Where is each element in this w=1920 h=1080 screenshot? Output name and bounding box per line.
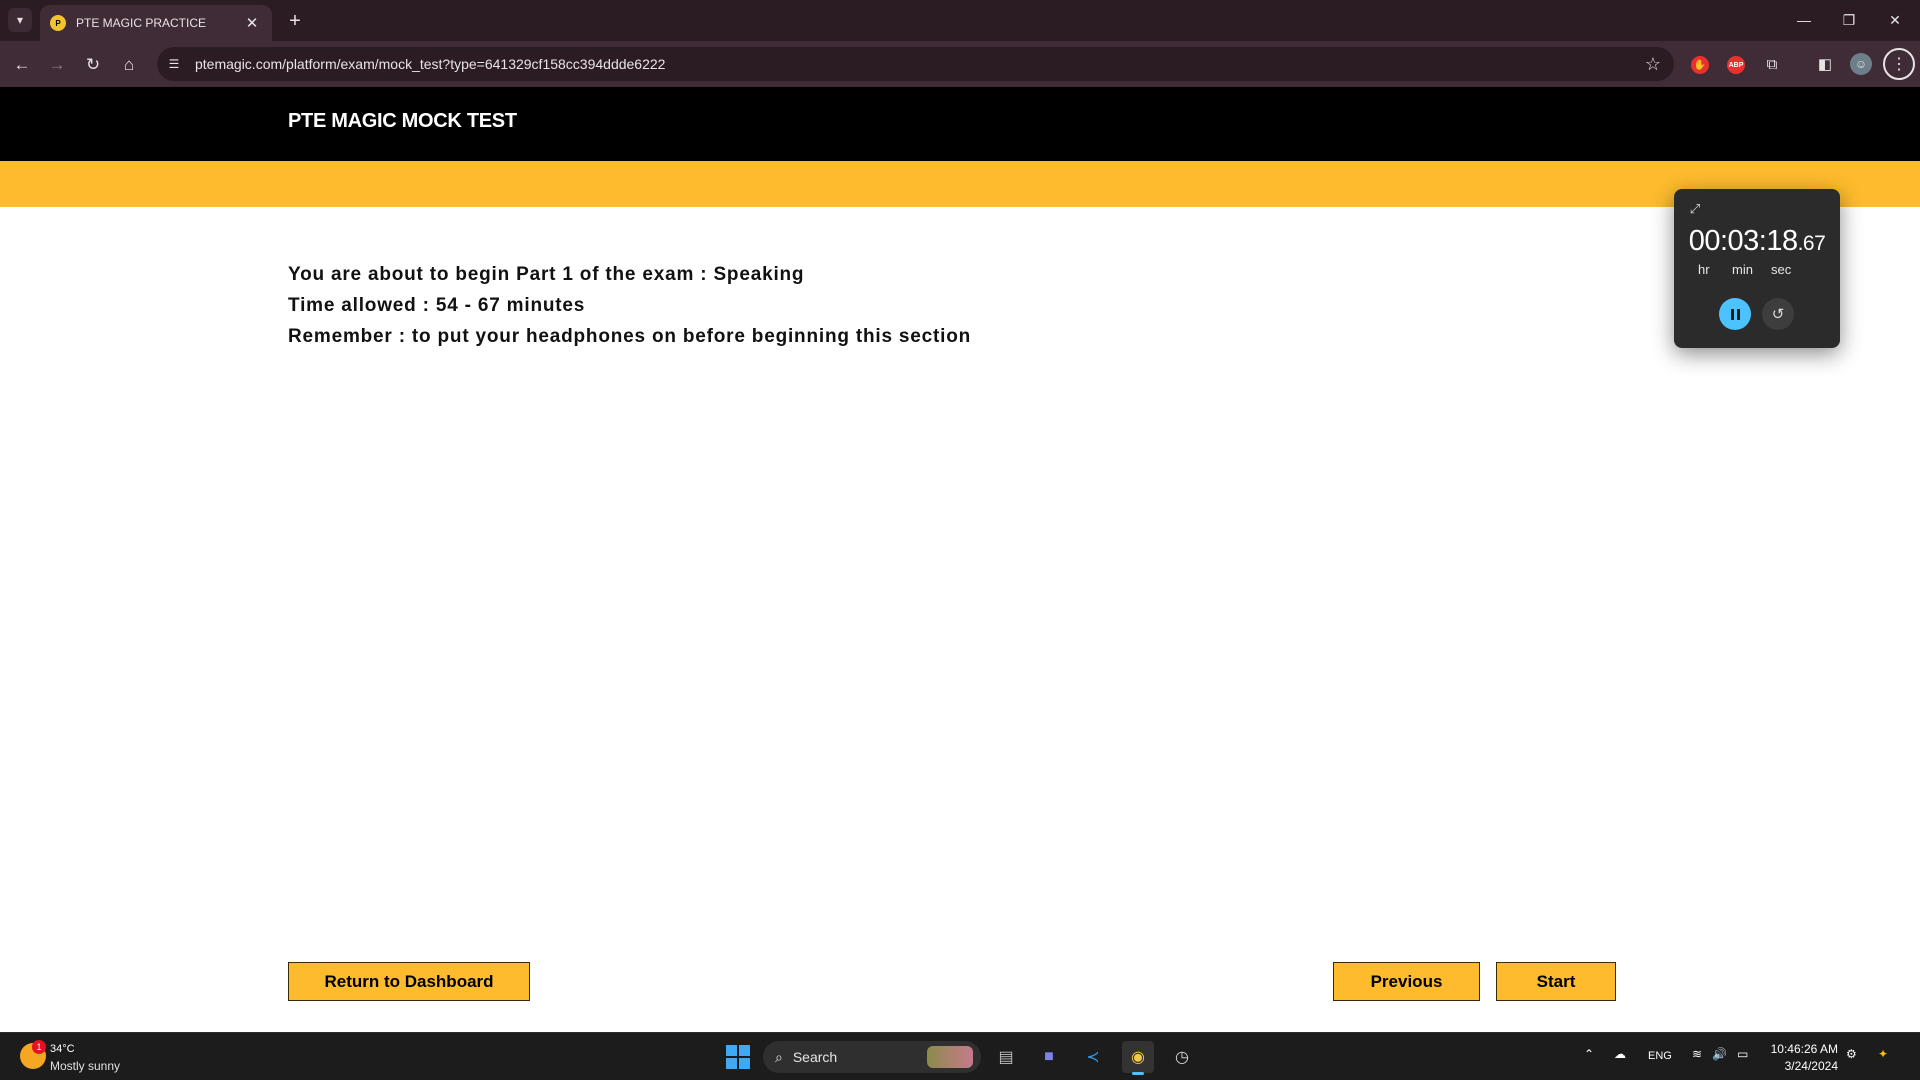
chevron-up-icon[interactable]: ⌃ xyxy=(1584,1047,1594,1061)
notification-icon[interactable]: ⚙ xyxy=(1846,1047,1857,1061)
vscode-icon[interactable]: ≺ xyxy=(1077,1041,1109,1073)
expand-icon[interactable]: ⤢ xyxy=(1686,200,1704,218)
profile-avatar-icon[interactable]: ☺ xyxy=(1850,53,1872,75)
site-header: PTE MAGIC MOCK TEST xyxy=(0,87,1920,161)
teams-icon[interactable]: ■ xyxy=(1033,1041,1065,1073)
back-arrow-icon[interactable]: ← xyxy=(9,52,35,78)
windows-taskbar: 1 34°C Mostly sunny ⌕ Search ▤ ■ ≺ ◉ ◷ ⌃… xyxy=(0,1032,1920,1080)
instruction-time: Time allowed : 54 - 67 minutes xyxy=(288,295,586,316)
kebab-menu-icon[interactable]: ⋮ xyxy=(1883,48,1915,80)
search-icon: ⌕ xyxy=(775,1048,783,1065)
search-highlight-image xyxy=(927,1046,973,1068)
url-text[interactable]: ptemagic.com/platform/exam/mock_test?typ… xyxy=(195,56,1638,72)
brand-title: PTE MAGIC MOCK TEST xyxy=(288,110,517,132)
new-tab-button[interactable]: + xyxy=(282,8,308,34)
clock-time[interactable]: 10:46:26 AM xyxy=(1764,1042,1838,1056)
clock-app-icon[interactable]: ◷ xyxy=(1166,1041,1198,1073)
puzzle-extensions-icon[interactable]: ⧉ xyxy=(1761,53,1783,75)
wifi-icon[interactable]: ≋ xyxy=(1692,1047,1702,1061)
reload-icon[interactable]: ↻ xyxy=(80,52,106,78)
tab-title: PTE MAGIC PRACTICE xyxy=(76,16,207,30)
stopwatch-time-main: 00:03:18 xyxy=(1688,225,1798,257)
tab-close-icon[interactable]: ✕ xyxy=(242,14,262,32)
hand-extension-icon[interactable]: ✋ xyxy=(1689,53,1711,75)
weather-temperature[interactable]: 34°C xyxy=(50,1043,75,1055)
stopwatch-window: ⤢ 00:03:18.67 hr min sec ↺ xyxy=(1674,189,1840,348)
address-bar[interactable]: ☰ ptemagic.com/platform/exam/mock_test?t… xyxy=(157,47,1674,81)
tune-icon[interactable]: ☰ xyxy=(161,51,187,77)
unit-sec: sec xyxy=(1771,262,1792,277)
previous-button[interactable]: Previous xyxy=(1333,962,1480,1001)
battery-icon[interactable]: ▭ xyxy=(1737,1047,1748,1061)
stopwatch-time: 00:03:18.67 xyxy=(1674,225,1840,258)
chrome-icon[interactable]: ◉ xyxy=(1122,1041,1154,1075)
weather-badge: 1 xyxy=(32,1040,46,1054)
reset-icon[interactable]: ↺ xyxy=(1762,298,1794,330)
search-placeholder: Search xyxy=(792,1049,838,1065)
unit-min: min xyxy=(1732,262,1753,277)
pause-icon[interactable] xyxy=(1719,298,1751,330)
restore-button[interactable]: ❐ xyxy=(1834,8,1864,32)
accent-bar xyxy=(0,161,1920,207)
close-window-button[interactable]: ✕ xyxy=(1880,8,1910,32)
copilot-icon[interactable]: ✦ xyxy=(1878,1047,1888,1061)
side-panel-icon[interactable]: ◧ xyxy=(1814,53,1836,75)
volume-icon[interactable]: 🔊 xyxy=(1712,1047,1727,1061)
star-icon[interactable]: ☆ xyxy=(1638,54,1668,75)
unit-hr: hr xyxy=(1698,262,1710,277)
exam-instructions: You are about to begin Part 1 of the exa… xyxy=(288,259,971,352)
forward-arrow-icon[interactable]: → xyxy=(44,52,70,78)
site-favicon-icon: P xyxy=(50,15,66,31)
active-indicator xyxy=(1132,1072,1144,1075)
onedrive-cloud-icon[interactable]: ☁ xyxy=(1614,1047,1626,1061)
file-explorer-icon[interactable]: ▤ xyxy=(990,1041,1022,1073)
stopwatch-time-fraction: .67 xyxy=(1797,232,1826,255)
language-indicator[interactable]: ENG xyxy=(1648,1050,1672,1062)
windows-start-icon[interactable] xyxy=(726,1045,750,1069)
browser-tab-bar: ▾ P PTE MAGIC PRACTICE ✕ + — ❐ ✕ xyxy=(0,0,1920,41)
tab-search-chevron-down-icon[interactable]: ▾ xyxy=(8,8,32,32)
minimize-button[interactable]: — xyxy=(1789,8,1819,32)
start-button[interactable]: Start xyxy=(1496,962,1616,1001)
browser-tab[interactable]: P PTE MAGIC PRACTICE ✕ xyxy=(40,5,272,41)
home-icon[interactable]: ⌂ xyxy=(116,52,142,78)
taskbar-search[interactable]: ⌕ Search xyxy=(763,1041,981,1073)
clock-date[interactable]: 3/24/2024 xyxy=(1764,1059,1838,1073)
return-to-dashboard-button[interactable]: Return to Dashboard xyxy=(288,962,530,1001)
browser-toolbar: ← → ↻ ⌂ ☰ ptemagic.com/platform/exam/moc… xyxy=(0,41,1920,87)
adblock-icon[interactable]: ABP xyxy=(1725,53,1747,75)
instruction-part: You are about to begin Part 1 of the exa… xyxy=(288,264,805,285)
weather-condition[interactable]: Mostly sunny xyxy=(50,1059,120,1073)
instruction-reminder: Remember : to put your headphones on bef… xyxy=(288,326,972,347)
